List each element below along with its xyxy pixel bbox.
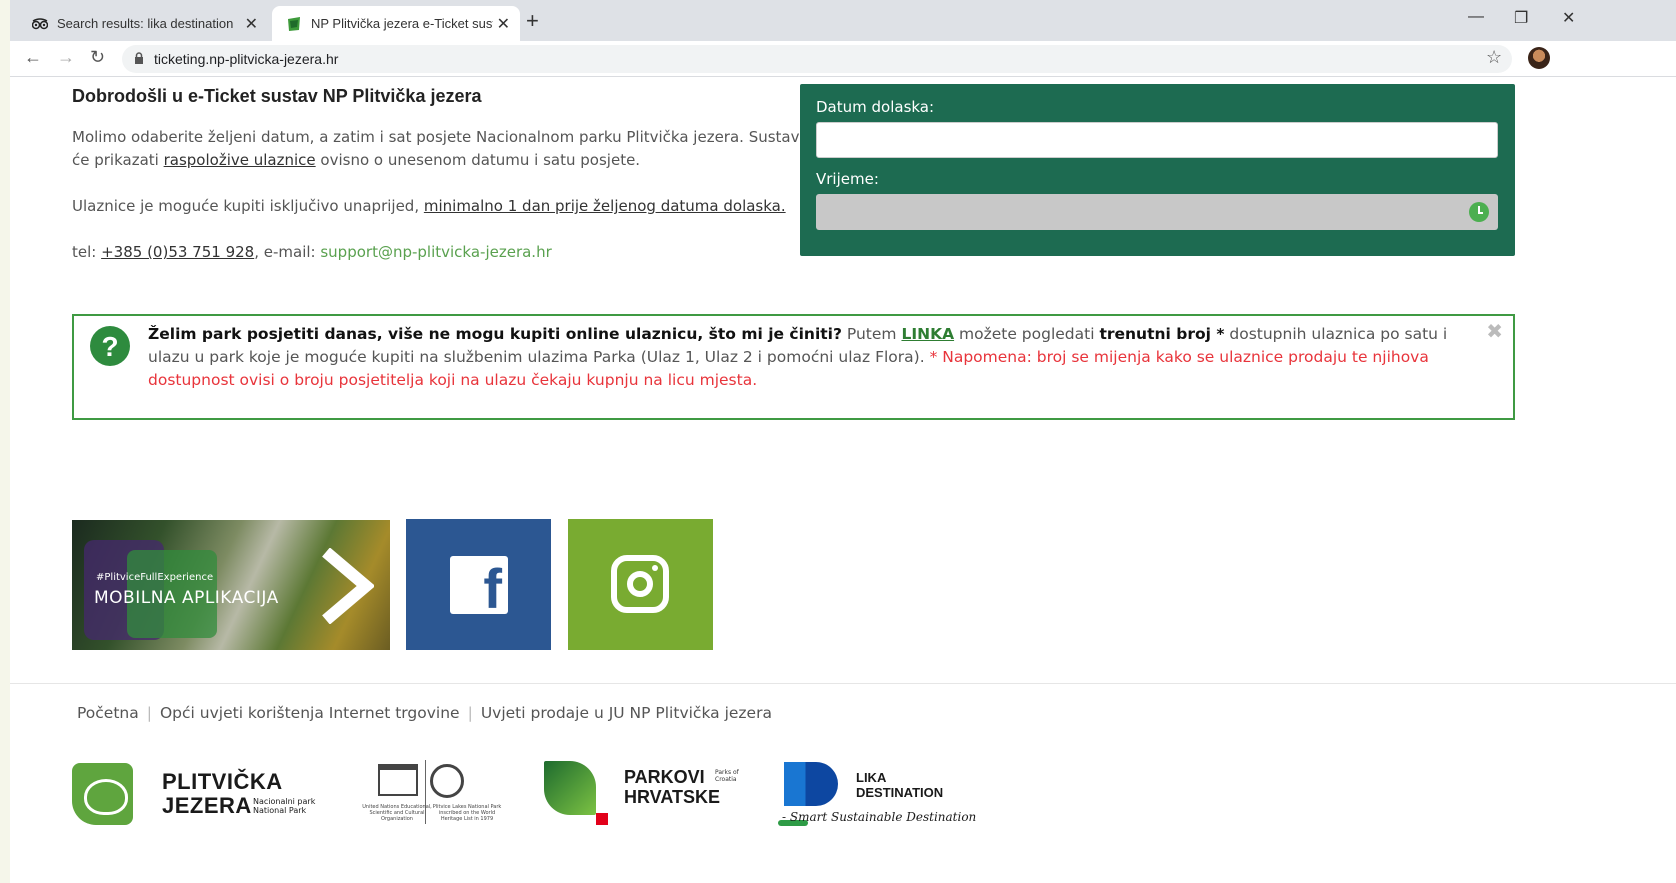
lika-icon [784,762,838,806]
close-window-icon[interactable]: ✕ [1562,8,1575,28]
logo-text: LIKA DESTINATION [856,770,943,800]
tab-bar: Search results: lika destination - T ✕ N… [10,0,1676,41]
logo-subtext: Nacionalni park National Park [253,797,315,815]
logo-subtext: Parks of Croatia [715,769,739,783]
question-icon: ? [90,326,130,366]
notice-text: možete pogledati [954,325,1100,343]
logo-sub-1: Nacionalni park [253,797,316,806]
facebook-tile[interactable]: f [406,519,551,650]
info-notice: ? ✖ Želim park posjetiti danas, više ne … [72,314,1515,420]
linka-link[interactable]: LINKA [901,325,954,343]
logo-text: JEZERA [162,793,252,818]
bear-icon [72,763,133,825]
booking-form: Datum dolaska: Vrijeme: [800,84,1515,256]
footer-link-terms[interactable]: Opći uvjeti korištenja Internet trgovine [160,704,460,722]
tab-title: NP Plitvička jezera e-Ticket sustav [311,16,493,31]
close-icon[interactable]: ✖ [1486,320,1503,343]
phone-link[interactable]: +385 (0)53 751 928 [101,243,254,261]
separator: | [146,704,152,722]
page-title: Dobrodošli u e-Ticket sustav NP Plitvičk… [72,86,482,106]
profile-avatar[interactable] [1528,47,1550,69]
app-title: MOBILNA APLIKACIJA [94,588,279,608]
notice-bold: trenutni broj * [1099,325,1225,343]
instagram-icon [611,555,669,613]
available-tickets-link[interactable]: raspoložive ulaznice [164,151,316,169]
mobile-app-banner[interactable]: #PlitviceFullExperience MOBILNA APLIKACI… [72,520,390,650]
app-hashtag: #PlitviceFullExperience [96,572,214,583]
close-tab-icon[interactable]: ✕ [497,14,510,34]
new-tab-icon[interactable]: + [526,8,539,34]
footer-divider [10,683,1676,684]
tab-eticket[interactable]: NP Plitvička jezera e-Ticket sustav ✕ [272,6,520,41]
purchase-text: Ulaznice je moguće kupiti isključivo una… [72,197,424,215]
footer-links: Početna | Opći uvjeti korištenja Internet … [77,704,772,722]
close-tab-icon[interactable]: ✕ [245,14,258,34]
email-link[interactable]: support@np-plitvicka-jezera.hr [320,243,551,261]
logo-text: PARKOVI [624,767,705,787]
logo-text: HRVATSKE [624,787,721,807]
restore-icon[interactable]: ❐ [1514,8,1528,28]
logo-text: PLITVIČKA [162,769,283,794]
chevron-right-icon [322,548,374,624]
reload-icon[interactable]: ↻ [90,47,105,68]
page-content: Dobrodošli u e-Ticket sustav NP Plitvičk… [10,78,1676,883]
tel-label: tel: [72,243,102,261]
browser-window: Search results: lika destination - T ✕ N… [10,0,1676,883]
facebook-icon: f [450,556,508,614]
leaf-icon [544,761,596,815]
logo-line-1: LIKA [856,770,887,785]
plitvice-logo[interactable]: PLITVIČKA JEZERA Nacionalni park National… [72,763,322,825]
unesco-logo[interactable]: United Nations Educational, Scientific a… [352,756,512,826]
time-input[interactable] [816,194,1498,230]
world-heritage-icon [430,764,464,798]
notice-text: Putem [841,325,902,343]
tab-search-results[interactable]: Search results: lika destination - T ✕ [22,6,268,41]
tab-title: Search results: lika destination - T [57,16,237,31]
min-one-day-link[interactable]: minimalno 1 dan prije željenog datuma do… [424,197,786,215]
footer-link-sales-terms[interactable]: Uvjeti prodaje u JU NP Plitvička jezera [481,704,772,722]
lika-destination-logo[interactable]: LIKA DESTINATION - Smart Sustainable Dest… [778,762,976,828]
unesco-text: United Nations Educational, Scientific a… [362,804,432,822]
lock-icon [134,51,144,67]
browser-toolbar: ← → ↻ ticketing.np-plitvicka-jezera.hr ☆ [10,41,1676,77]
forward-icon[interactable]: → [57,47,75,68]
url-text: ticketing.np-plitvicka-jezera.hr [154,51,339,67]
back-icon[interactable]: ← [24,47,42,68]
logo-sub-2: National Park [253,806,307,815]
separator: | [467,704,473,722]
logo-tagline: - Smart Sustainable Destination [782,810,977,824]
email-label: , e-mail: [254,243,321,261]
intro-section: Dobrodošli u e-Ticket sustav NP Plitvičk… [72,84,802,287]
intro-text: ovisno o unesenom datumu i satu posjete. [315,151,641,169]
red-square-icon [596,813,608,825]
footer-link-home[interactable]: Početna [77,704,139,722]
np-plitvice-favicon [286,16,302,32]
address-bar[interactable]: ticketing.np-plitvicka-jezera.hr [122,45,1512,73]
bookmark-star-icon[interactable]: ☆ [1486,47,1502,68]
arrival-date-input[interactable] [816,122,1498,158]
contact-info: tel: +385 (0)53 751 928, e-mail: support… [72,241,802,264]
time-label: Vrijeme: [816,170,879,188]
notice-question: Želim park posjetiti danas, više ne mogu… [148,325,842,343]
whc-text: Plitvice Lakes National Park inscribed o… [432,804,502,822]
intro-paragraph: Molimo odaberite željeni datum, a zatim … [72,126,802,172]
clock-icon [1469,202,1489,222]
parkovi-hrvatske-logo[interactable]: PARKOVI HRVATSKE Parks of Croatia [544,761,764,825]
minimize-icon[interactable]: — [1468,8,1484,26]
date-label: Datum dolaska: [816,98,935,116]
tripadvisor-icon [32,16,48,32]
instagram-tile[interactable] [568,519,713,650]
logo-line-2: DESTINATION [856,785,944,800]
purchase-info: Ulaznice je moguće kupiti isključivo una… [72,195,802,218]
unesco-temple-icon [378,764,418,796]
